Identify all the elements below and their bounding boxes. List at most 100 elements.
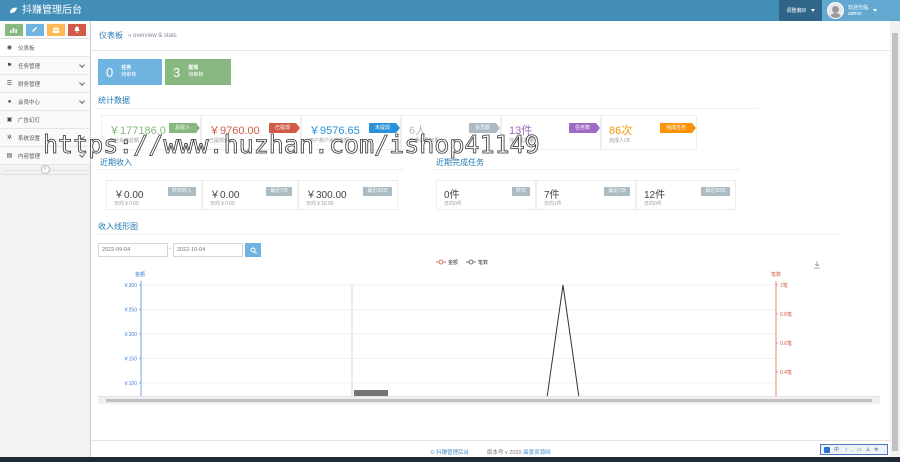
y-left-tick-label: ￥250 (124, 308, 138, 314)
infobox-withdraw-pending[interactable]: 3 提现 待审核 (165, 59, 231, 85)
task-tag: 最近7日 (604, 187, 630, 196)
y-left-tick-label: ￥200 (124, 332, 138, 338)
brand[interactable]: 抖赚管理后台 (9, 3, 82, 18)
divider (98, 169, 403, 170)
keyboard-icon[interactable]: ▭ (857, 447, 862, 453)
sidebar-shortcuts (0, 21, 90, 39)
sidebar-item-finance[interactable]: ☰ 财务管理 (0, 75, 90, 93)
sidebar-item-label: 仪表板 (18, 45, 35, 52)
date-separator: - (169, 246, 171, 252)
y-right-axis-label: 笔数 (771, 271, 781, 278)
task-value: 0件 (444, 190, 460, 201)
page-title: 仪表板 (99, 31, 123, 40)
stat-card-completed: 86次 完成人/次 完成任务 (601, 115, 697, 150)
task-card-30days: 12件 日均0件 最近30日 (636, 180, 736, 210)
scroll-thumb[interactable] (106, 399, 872, 402)
sidebar-item-tasks[interactable]: ⚑ 任务管理 (0, 57, 90, 75)
task-value: 12件 (644, 190, 666, 201)
leaf-icon (10, 7, 17, 14)
income-value: ￥0.00 (210, 190, 240, 201)
brand-title: 抖赚管理后台 (22, 5, 82, 16)
comma-icon[interactable]: , (852, 447, 853, 453)
stat-tag: 任务数 (568, 123, 601, 133)
sidebar-item-ads[interactable]: ▣ 广告幻灯 (0, 111, 90, 129)
task-desc: 日均1件 (544, 201, 562, 207)
chevron-down-icon (79, 98, 85, 104)
sidebar-item-label: 系统设置 (18, 135, 41, 142)
theme-dropdown[interactable]: 调整偏好 (779, 0, 822, 21)
watermark-text: https://www.huzhan.com/ishop41149 (43, 130, 541, 160)
collapse-left-icon[interactable]: « (40, 165, 50, 174)
infobox-tasks-pending[interactable]: 0 任务 待审核 (98, 59, 162, 85)
income-tag: 昨日收入 (167, 187, 196, 196)
stats-icon[interactable] (4, 23, 23, 36)
task-value: 7件 (544, 190, 560, 201)
task-desc: 日均0件 (644, 201, 662, 207)
dashboard-icon: ◉ (6, 45, 13, 51)
avatar (827, 2, 844, 19)
search-icon (250, 247, 257, 254)
footer-brand[interactable]: © 抖赚管理后台 (430, 448, 469, 456)
income-card-yesterday: ￥0.00 日均￥0.00 昨日收入 (106, 180, 202, 210)
legend-marker (468, 259, 474, 265)
chart-heading: 收入线形图 (98, 222, 138, 231)
y-left-tick-label: ￥300 (124, 283, 138, 289)
sidebar-item-members[interactable]: ● 会员中心 (0, 93, 90, 111)
stat-tag: 完成任务 (659, 123, 697, 133)
stat-value: 86次 (609, 125, 633, 137)
theme-label: 调整偏好 (786, 8, 807, 14)
task-tag: 昨日 (511, 187, 530, 196)
y-left-tick-label: ￥100 (124, 381, 138, 387)
flag-icon: ⚑ (6, 63, 13, 69)
legend-marker (438, 259, 444, 265)
sidebar: ◉ 仪表板 ⚑ 任务管理 ☰ 财务管理 ● 会员中心 ▣ 广告幻灯 ✲ 系统设置 (0, 21, 91, 462)
page-subtitle: » overview & stats (128, 32, 177, 39)
y-right-tick-label: 0.8笔 (780, 311, 792, 318)
income-tag: 最近30日 (363, 187, 392, 196)
sidebar-item-label: 内容管理 (18, 153, 41, 160)
sidebar-collapse: « (0, 165, 90, 175)
sidebar-item-dashboard[interactable]: ◉ 仪表板 (0, 39, 90, 57)
list-icon: ☰ (6, 81, 13, 87)
chevron-down-icon (79, 80, 85, 86)
y-right-ticks: 1笔 0.8笔 0.6笔 0.4笔 (776, 282, 792, 376)
pencil-icon[interactable] (25, 23, 44, 36)
moon-icon[interactable]: ☽ (843, 447, 847, 453)
divider (434, 169, 739, 170)
horizontal-scrollbar[interactable] (98, 396, 880, 404)
income-desc: 日均￥0.00 (114, 201, 139, 207)
chart-grid (141, 284, 776, 384)
logo-icon[interactable] (824, 446, 830, 453)
download-icon[interactable] (814, 261, 820, 269)
ime-toolbar[interactable]: 中 ☽ , ▭ ♙ ✲ (820, 444, 888, 455)
group-icon[interactable] (46, 23, 65, 36)
income-line-chart: ￥300￥250￥200￥150￥100 1笔0.8笔0.6笔0.4笔 金额 笔数… (124, 259, 820, 400)
income-desc: 日均￥10.00 (306, 201, 334, 207)
user-menu[interactable]: 欢迎光临, admin (822, 0, 900, 21)
taskbar (0, 457, 900, 462)
infobox-value: 0 (106, 64, 114, 80)
y-left-axis-label: 金额 (135, 271, 145, 278)
income-tag: 最近7日 (266, 187, 292, 196)
task-card-7days: 7件 日均1件 最近7日 (536, 180, 636, 210)
settings-icon[interactable]: ✲ (874, 447, 878, 453)
divider (98, 234, 838, 235)
infobox-value: 3 (173, 64, 181, 80)
chinese-icon[interactable]: 中 (834, 446, 839, 453)
vertical-scrollbar[interactable] (890, 21, 900, 462)
scroll-thumb[interactable] (892, 33, 898, 451)
income-card-7days: ￥0.00 日均￥0.00 最近7日 (202, 180, 298, 210)
footer-link[interactable]: 晨景资源网 (523, 450, 551, 456)
y-right-tick-label: 0.6笔 (780, 340, 792, 347)
infobox-title: 提现 (188, 65, 199, 71)
chevron-down-icon (79, 62, 85, 68)
bell-icon[interactable] (67, 23, 86, 36)
stats-heading: 统计数据 (98, 96, 130, 105)
y-left-tick-label: ￥150 (124, 357, 138, 363)
y-right-tick-label: 1笔 (780, 282, 788, 289)
task-card-yesterday: 0件 日均0件 昨日 (436, 180, 536, 210)
sidebar-item-label: 广告幻灯 (18, 117, 41, 124)
caret-down-icon (873, 9, 878, 12)
user-icon[interactable]: ♙ (866, 447, 870, 453)
income-value: ￥300.00 (306, 190, 347, 201)
